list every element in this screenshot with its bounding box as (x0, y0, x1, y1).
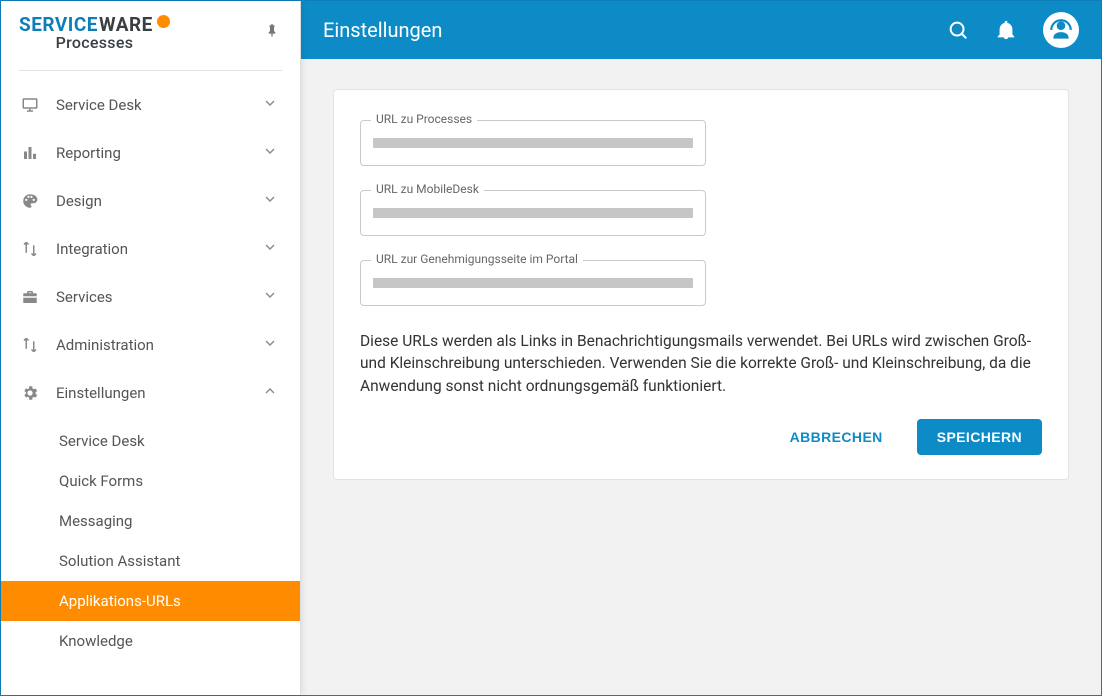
monitor-icon (19, 96, 41, 114)
sidebar-item-label: Integration (56, 240, 262, 258)
search-icon[interactable] (947, 19, 969, 41)
chevron-down-icon (262, 143, 278, 163)
bell-icon[interactable] (995, 19, 1017, 41)
field-label: URL zur Genehmigungsseite im Portal (371, 252, 583, 266)
swap-icon (19, 240, 41, 258)
logo-sub: Processes (56, 35, 134, 52)
sidebar-item-administration[interactable]: Administration (1, 321, 300, 369)
palette-icon (19, 192, 41, 210)
sidebar-item-label: Einstellungen (56, 384, 262, 402)
settings-card: URL zu Processes URL zu MobileDesk URL z… (333, 89, 1069, 480)
url-processes-field[interactable]: URL zu Processes (360, 120, 706, 166)
sidebar-item-label: Reporting (56, 144, 262, 162)
brand-logo: SERVICEWARE Processes (19, 15, 170, 52)
chevron-down-icon (262, 191, 278, 211)
divider (19, 70, 282, 71)
sidebar-item-service-desk[interactable]: Service Desk (1, 81, 300, 129)
subnav-messaging[interactable]: Messaging (1, 501, 300, 541)
main: Einstellungen URL zu Processes (301, 1, 1101, 695)
user-avatar[interactable] (1043, 12, 1079, 48)
chevron-down-icon (262, 95, 278, 115)
save-button[interactable]: SPEICHERN (917, 419, 1042, 455)
subnav-applikations-urls[interactable]: Applikations-URLs (1, 581, 300, 621)
sidebar-item-reporting[interactable]: Reporting (1, 129, 300, 177)
briefcase-icon (19, 288, 41, 306)
cancel-button[interactable]: ABBRECHEN (770, 419, 903, 455)
field-label: URL zu Processes (371, 112, 477, 126)
sidebar-item-label: Service Desk (56, 96, 262, 114)
url-approval-field[interactable]: URL zur Genehmigungsseite im Portal (360, 260, 706, 306)
subnav-solution-assistant[interactable]: Solution Assistant (1, 541, 300, 581)
pin-icon[interactable] (264, 23, 280, 43)
topbar: Einstellungen (301, 1, 1101, 59)
sidebar: SERVICEWARE Processes Service Desk (1, 1, 301, 695)
chevron-down-icon (262, 335, 278, 355)
sidebar-item-label: Design (56, 192, 262, 210)
redacted-value (373, 278, 693, 288)
sidebar-item-services[interactable]: Services (1, 273, 300, 321)
sidebar-item-label: Administration (56, 336, 262, 354)
logo-ware: WARE (99, 15, 153, 35)
sidebar-item-integration[interactable]: Integration (1, 225, 300, 273)
subnav-knowledge[interactable]: Knowledge (1, 621, 300, 661)
chevron-down-icon (262, 239, 278, 259)
page-title: Einstellungen (323, 18, 947, 42)
subnav-service-desk[interactable]: Service Desk (1, 421, 300, 461)
sidebar-item-design[interactable]: Design (1, 177, 300, 225)
subnav-quick-forms[interactable]: Quick Forms (1, 461, 300, 501)
logo-dot-icon (157, 15, 170, 28)
url-mobiledesk-field[interactable]: URL zu MobileDesk (360, 190, 706, 236)
redacted-value (373, 208, 693, 218)
gear-icon (19, 384, 41, 402)
logo-service: SERVICE (19, 15, 98, 35)
swap-icon (19, 336, 41, 354)
chart-icon (19, 144, 41, 162)
redacted-value (373, 138, 693, 148)
chevron-down-icon (262, 287, 278, 307)
help-text: Diese URLs werden als Links in Benachric… (360, 330, 1042, 397)
sidebar-item-einstellungen[interactable]: Einstellungen (1, 369, 300, 417)
chevron-up-icon (262, 383, 278, 403)
field-label: URL zu MobileDesk (371, 182, 484, 196)
sidebar-item-label: Services (56, 288, 262, 306)
